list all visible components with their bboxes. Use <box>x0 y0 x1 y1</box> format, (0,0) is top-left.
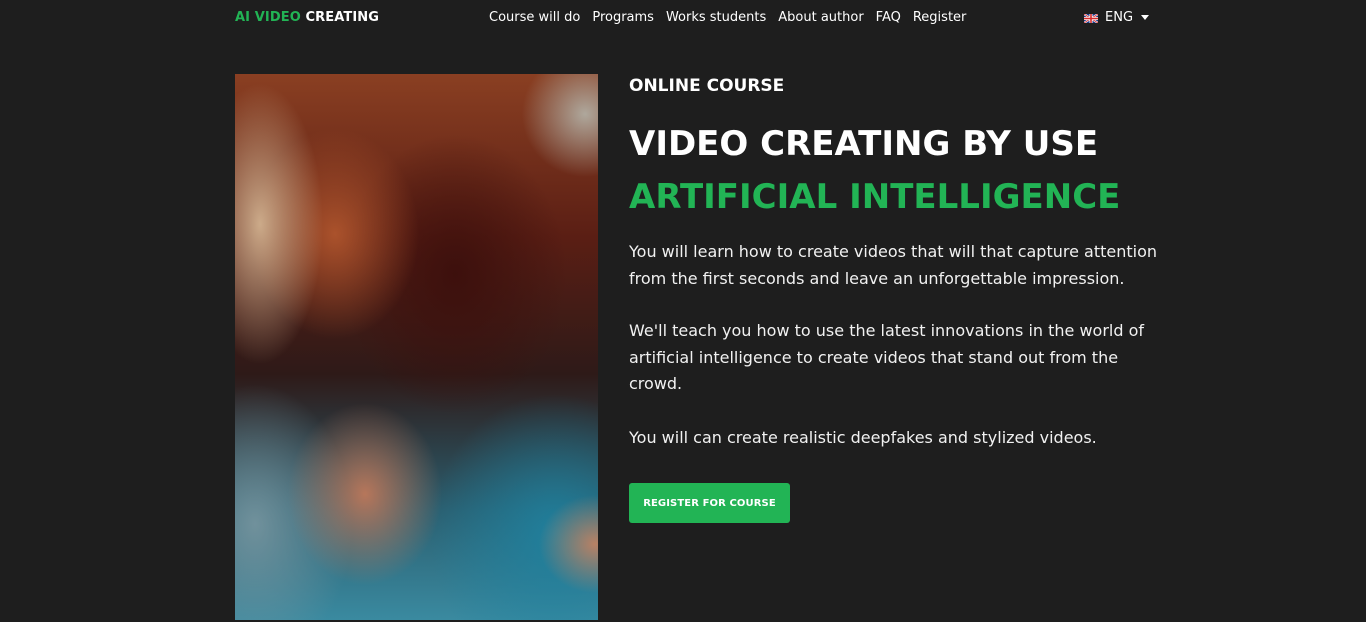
hero-eyebrow: ONLINE COURSE <box>629 76 785 96</box>
caret-down-icon <box>1141 15 1150 20</box>
nav-works-students[interactable]: Works students <box>666 10 766 26</box>
logo-accent-text: AI VIDEO <box>235 10 301 25</box>
register-for-course-button[interactable]: REGISTER FOR COURSE <box>629 483 790 523</box>
nav-about-author[interactable]: About author <box>778 10 863 26</box>
nav-course-will-do[interactable]: Course will do <box>489 10 580 26</box>
page: AI VIDEO CREATING Course will do Program… <box>0 0 1366 622</box>
hero-paragraph-3: You will can create realistic deepfakes … <box>629 428 1097 447</box>
logo-rest-text: CREATING <box>305 10 380 25</box>
hero-title-line2: ARTIFICIAL INTELLIGENCE <box>629 177 1121 217</box>
hero-title-line1: VIDEO CREATING BY USE <box>629 124 1099 164</box>
nav-register[interactable]: Register <box>913 10 967 26</box>
language-selector[interactable]: ENG <box>1084 10 1150 26</box>
hero-paragraph-1: You will learn how to create videos that… <box>629 242 1158 288</box>
nav-programs[interactable]: Programs <box>592 10 654 26</box>
language-label: ENG <box>1105 10 1134 25</box>
hero-paragraph-2: We'll teach you how to use the latest in… <box>629 321 1145 393</box>
uk-flag-icon <box>1084 13 1098 23</box>
main-nav: Course will do Programs Works students A… <box>489 10 966 26</box>
nav-faq[interactable]: FAQ <box>876 10 901 26</box>
hero-photo <box>235 74 598 620</box>
site-logo[interactable]: AI VIDEO CREATING <box>235 10 379 25</box>
